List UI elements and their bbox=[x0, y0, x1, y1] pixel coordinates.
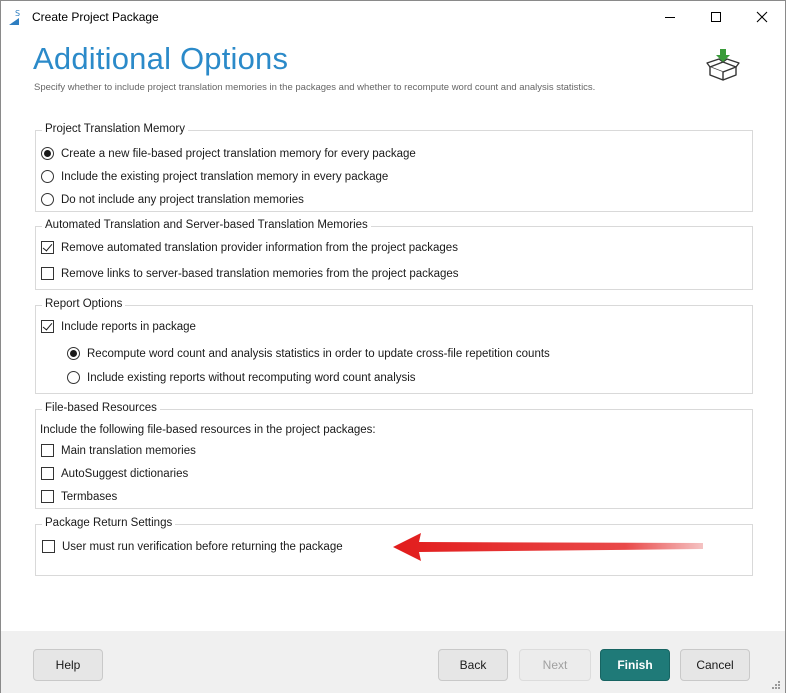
termbases-checkbox[interactable] bbox=[41, 490, 54, 503]
option-label: Termbases bbox=[61, 490, 118, 503]
close-icon bbox=[756, 11, 768, 22]
radio-do-not-include[interactable] bbox=[41, 193, 54, 206]
trados-app-icon: S bbox=[9, 9, 20, 25]
radio-create-new[interactable] bbox=[41, 147, 54, 160]
autosuggest-option[interactable]: AutoSuggest dictionaries bbox=[41, 467, 188, 480]
help-button[interactable]: Help bbox=[33, 649, 103, 681]
radio-existing-reports[interactable] bbox=[67, 371, 80, 384]
dialog-window: S Create Project Package Additional Opti… bbox=[0, 0, 786, 693]
title-bar[interactable]: S Create Project Package bbox=[1, 1, 785, 32]
remove-server-links-checkbox[interactable] bbox=[41, 267, 54, 280]
cancel-button[interactable]: Cancel bbox=[680, 649, 750, 681]
remove-provider-info-option[interactable]: Remove automated translation provider in… bbox=[41, 241, 458, 254]
remove-provider-info-checkbox[interactable] bbox=[41, 241, 54, 254]
package-icon bbox=[706, 49, 740, 81]
tm-option-create-new[interactable]: Create a new file-based project translat… bbox=[41, 147, 416, 160]
close-button[interactable] bbox=[739, 1, 785, 32]
include-reports-checkbox[interactable] bbox=[41, 320, 54, 333]
automated-group-title: Automated Translation and Server-based T… bbox=[42, 219, 371, 231]
include-reports-option[interactable]: Include reports in package bbox=[41, 320, 196, 333]
minimize-button[interactable] bbox=[647, 1, 693, 32]
option-label: Remove automated translation provider in… bbox=[61, 241, 458, 254]
back-button[interactable]: Back bbox=[438, 649, 508, 681]
option-label: Include existing reports without recompu… bbox=[87, 371, 416, 384]
svg-text:S: S bbox=[15, 9, 20, 18]
resources-intro: Include the following file-based resourc… bbox=[40, 424, 376, 436]
tm-option-do-not-include[interactable]: Do not include any project translation m… bbox=[41, 193, 304, 206]
recompute-option[interactable]: Recompute word count and analysis statis… bbox=[67, 347, 550, 360]
maximize-button[interactable] bbox=[693, 1, 739, 32]
tm-option-label: Do not include any project translation m… bbox=[61, 193, 304, 206]
resources-group: File-based Resources Include the followi… bbox=[35, 402, 753, 509]
maximize-icon bbox=[711, 11, 721, 22]
tm-option-label: Include the existing project translation… bbox=[61, 170, 389, 183]
automated-group: Automated Translation and Server-based T… bbox=[35, 219, 753, 290]
tm-group-title: Project Translation Memory bbox=[42, 123, 188, 135]
verification-checkbox[interactable] bbox=[42, 540, 55, 553]
resources-group-title: File-based Resources bbox=[42, 402, 160, 414]
tm-group: Project Translation Memory Create a new … bbox=[35, 123, 753, 212]
window-title: Create Project Package bbox=[32, 10, 159, 24]
report-group: Report Options Include reports in packag… bbox=[35, 298, 753, 394]
option-label: Main translation memories bbox=[61, 444, 196, 457]
option-label: Remove links to server-based translation… bbox=[61, 267, 459, 280]
remove-server-links-option[interactable]: Remove links to server-based translation… bbox=[41, 267, 459, 280]
option-label: Recompute word count and analysis statis… bbox=[87, 347, 550, 360]
next-button: Next bbox=[519, 649, 591, 681]
radio-recompute[interactable] bbox=[67, 347, 80, 360]
tm-option-include-existing[interactable]: Include the existing project translation… bbox=[41, 170, 388, 183]
report-group-title: Report Options bbox=[42, 298, 126, 310]
dialog-footer: Help Back Next Finish Cancel bbox=[1, 631, 785, 693]
verification-option[interactable]: User must run verification before return… bbox=[42, 540, 343, 553]
option-label: Include reports in package bbox=[61, 320, 196, 333]
page-subtitle: Specify whether to include project trans… bbox=[34, 82, 596, 93]
minimize-icon bbox=[665, 16, 675, 18]
resize-grip-icon[interactable] bbox=[771, 680, 781, 690]
tm-option-label: Create a new file-based project translat… bbox=[61, 147, 416, 160]
main-tm-checkbox[interactable] bbox=[41, 444, 54, 457]
autosuggest-checkbox[interactable] bbox=[41, 467, 54, 480]
option-label: AutoSuggest dictionaries bbox=[61, 467, 189, 480]
termbases-option[interactable]: Termbases bbox=[41, 490, 117, 503]
return-group-title: Package Return Settings bbox=[42, 517, 176, 529]
page-title: Additional Options bbox=[33, 41, 289, 76]
annotation-arrow-icon bbox=[393, 533, 703, 561]
option-label: User must run verification before return… bbox=[62, 540, 343, 553]
radio-include-existing[interactable] bbox=[41, 170, 54, 183]
main-tm-option[interactable]: Main translation memories bbox=[41, 444, 196, 457]
finish-button[interactable]: Finish bbox=[600, 649, 670, 681]
existing-reports-option[interactable]: Include existing reports without recompu… bbox=[67, 371, 416, 384]
